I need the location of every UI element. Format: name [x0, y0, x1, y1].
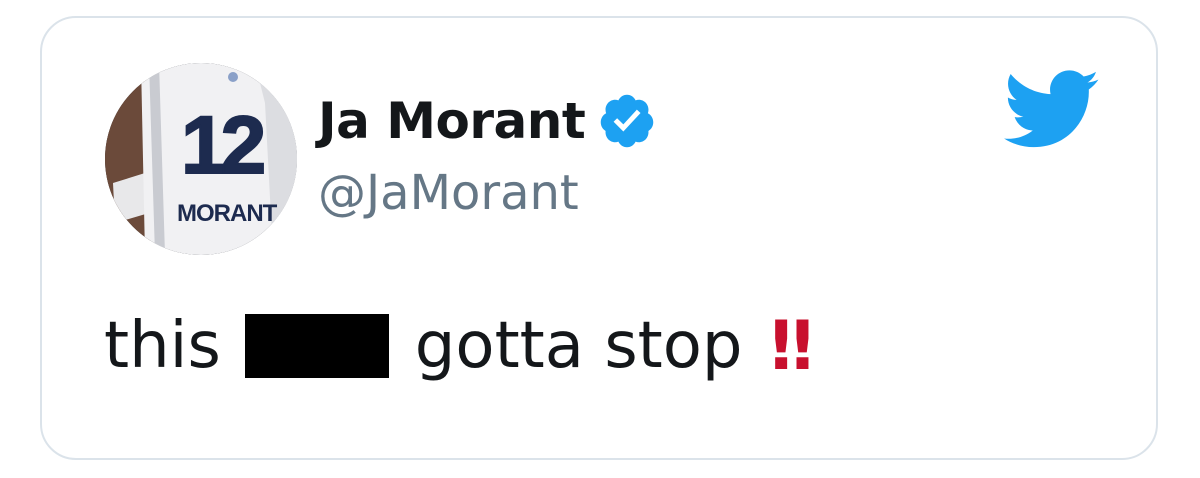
display-name[interactable]: Ja Morant — [318, 92, 586, 150]
tweet-text-before: this — [104, 309, 221, 383]
avatar[interactable]: 12 MORANT — [105, 63, 297, 255]
jersey-name: MORANT — [177, 200, 278, 227]
verified-badge-icon — [601, 94, 654, 148]
author-handle[interactable]: @JaMorant — [318, 165, 579, 221]
tweet-text: this gotta stop ‼ — [104, 304, 814, 388]
tweet-card[interactable]: 12 MORANT Ja Morant @JaMorant this gotta… — [40, 16, 1158, 460]
tweet-text-after: gotta stop — [414, 309, 743, 383]
redaction-box — [244, 314, 389, 378]
jersey-number: 12 — [181, 100, 264, 191]
twitter-bird-icon[interactable] — [1004, 70, 1100, 150]
author-name-row: Ja Morant — [318, 88, 657, 154]
avatar-jersey-image: 12 MORANT — [105, 63, 297, 255]
double-exclamation-emoji: ‼ — [770, 306, 814, 386]
